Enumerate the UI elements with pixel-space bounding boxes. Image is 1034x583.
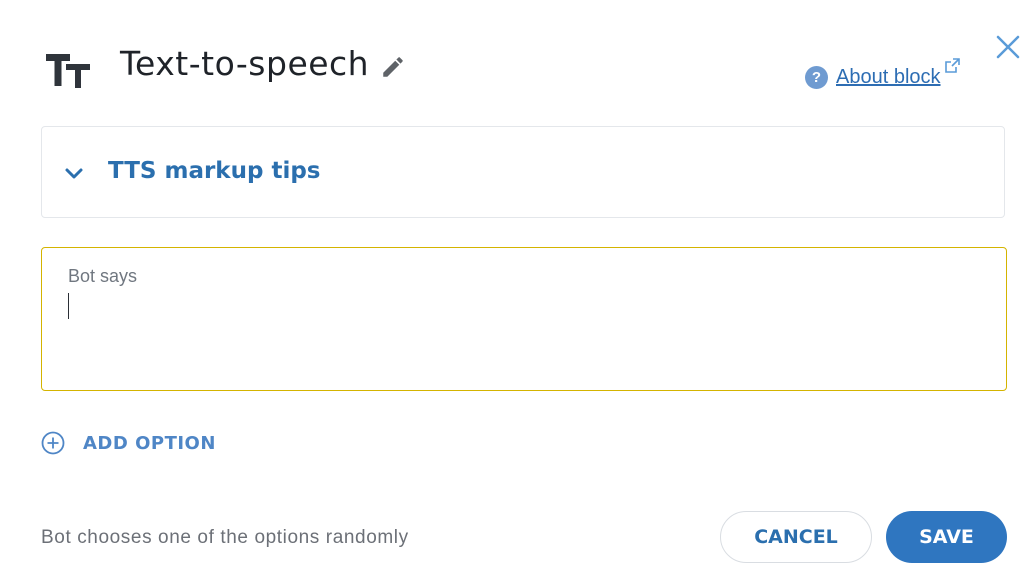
tts-tips-accordion[interactable]: TTS markup tips <box>41 126 1005 218</box>
about-block-link[interactable]: About block <box>836 66 941 89</box>
add-option-label: ADD OPTION <box>83 432 216 454</box>
add-option-button[interactable]: ADD OPTION <box>41 431 216 455</box>
pencil-icon[interactable] <box>380 54 406 80</box>
bot-says-field[interactable]: Bot says <box>41 247 1007 391</box>
bot-says-label: Bot says <box>68 266 138 286</box>
help-icon: ? <box>805 66 828 89</box>
save-button[interactable]: SAVE <box>886 511 1007 563</box>
plus-circle-icon <box>41 431 65 455</box>
close-icon[interactable] <box>994 33 1022 61</box>
text-size-icon <box>44 50 92 90</box>
text-caret <box>68 293 69 319</box>
chevron-down-icon <box>64 166 84 182</box>
page-title: Text-to-speech <box>120 44 370 83</box>
tts-tips-label: TTS markup tips <box>108 158 321 184</box>
cancel-button[interactable]: CANCEL <box>720 511 872 563</box>
random-note: Bot chooses one of the options randomly <box>41 527 409 548</box>
about-block[interactable]: ? About block <box>805 66 941 89</box>
external-link-icon <box>945 58 960 73</box>
